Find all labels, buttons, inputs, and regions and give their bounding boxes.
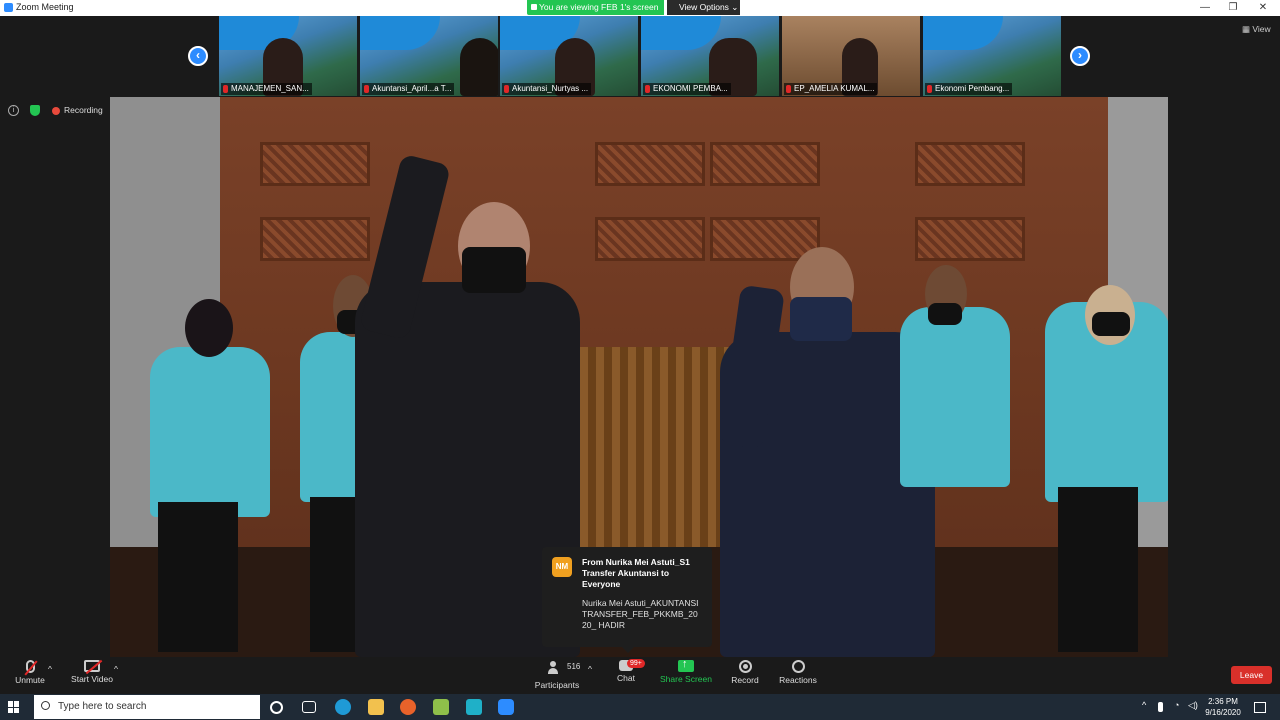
- cortana-icon[interactable]: [270, 701, 283, 714]
- maximize-button[interactable]: ❐: [1218, 0, 1248, 16]
- security-shield-icon[interactable]: [30, 105, 40, 116]
- video-options-caret[interactable]: ^: [114, 664, 118, 674]
- video-off-icon: [84, 660, 100, 672]
- record-icon: [738, 660, 752, 673]
- next-page-button[interactable]: ›: [1070, 46, 1090, 66]
- tray-chevron-icon[interactable]: ^: [1142, 700, 1146, 710]
- participants-icon: [548, 660, 566, 676]
- participant-name-label: Ekonomi Pembang...: [925, 83, 1013, 95]
- app-icon-2[interactable]: [466, 699, 482, 715]
- chat-notification[interactable]: NM From Nurika Mei Astuti_S1 Transfer Ak…: [542, 547, 712, 653]
- leave-button[interactable]: Leave: [1231, 666, 1272, 684]
- prev-page-button[interactable]: ‹: [188, 46, 208, 66]
- muted-mic-icon: [645, 85, 650, 93]
- participant-thumbnail[interactable]: EKONOMI PEMBA...: [641, 16, 779, 96]
- zoom-taskbar-icon[interactable]: [498, 699, 514, 715]
- notifications-icon[interactable]: [1254, 702, 1266, 713]
- share-banner-text: You are viewing FEB 1's screen: [539, 2, 659, 12]
- view-options-button[interactable]: View Options ⌄: [667, 0, 740, 15]
- start-video-button[interactable]: Start Video: [70, 660, 114, 684]
- window-title: Zoom Meeting: [16, 2, 74, 12]
- reactions-icon: [791, 660, 805, 673]
- participant-name-label: MANAJEMEN_SAN...: [221, 83, 312, 95]
- audio-options-caret[interactable]: ^: [48, 664, 52, 674]
- meeting-info-icon[interactable]: i: [8, 105, 19, 116]
- reactions-button[interactable]: Reactions: [778, 660, 818, 685]
- muted-mic-icon: [364, 85, 369, 93]
- participant-name-label: EKONOMI PEMBA...: [643, 83, 731, 95]
- muted-mic-icon: [927, 85, 932, 93]
- participant-thumbnail[interactable]: Ekonomi Pembang...: [923, 16, 1061, 96]
- participants-count: 516: [567, 662, 581, 671]
- taskbar-search-input[interactable]: Type here to search: [34, 695, 260, 719]
- firefox-icon[interactable]: [400, 699, 416, 715]
- task-view-icon[interactable]: [302, 701, 316, 713]
- participant-name-label: Akuntansi_Nurtyas ...: [502, 83, 592, 95]
- muted-mic-icon: [504, 85, 509, 93]
- muted-mic-icon: [223, 85, 228, 93]
- search-icon: [41, 701, 50, 710]
- participant-thumbnail[interactable]: Akuntansi_Nurtyas ...: [500, 16, 638, 96]
- screen-share-banner: You are viewing FEB 1's screen: [527, 0, 665, 15]
- participant-thumbnail[interactable]: EP_AMELIA KUMAL...: [782, 16, 920, 96]
- share-indicator-icon: [531, 4, 537, 10]
- volume-icon[interactable]: ◁): [1188, 700, 1198, 711]
- system-clock[interactable]: 2:36 PM 9/16/2020: [1200, 696, 1246, 718]
- participant-name-label: EP_AMELIA KUMAL...: [784, 83, 878, 95]
- chat-message: Nurika Mei Astuti_AKUNTANSI TRANSFER_FEB…: [582, 598, 699, 630]
- participant-name-label: Akuntansi_April...a T...: [362, 83, 455, 95]
- participants-button[interactable]: 516 Participants: [534, 660, 580, 690]
- chat-unread-badge: 99+: [627, 659, 645, 668]
- person-teal-1: [150, 347, 270, 517]
- edge-browser-icon[interactable]: [335, 699, 351, 715]
- windows-taskbar: Type here to search ^ ◔ ◁) 2:36 PM 9/16/…: [0, 694, 1280, 720]
- zoom-app-icon: [4, 3, 13, 12]
- share-screen-icon: [678, 658, 694, 672]
- chat-sender: From Nurika Mei Astuti_S1 Transfer Akunt…: [582, 557, 690, 589]
- tray-mic-icon[interactable]: [1158, 702, 1163, 712]
- file-explorer-icon[interactable]: [368, 699, 384, 715]
- share-screen-button[interactable]: Share Screen: [660, 658, 712, 684]
- zoom-window: Zoom Meeting — ❐ ✕ You are viewing FEB 1…: [0, 0, 1280, 720]
- network-icon[interactable]: ◔: [1174, 700, 1179, 710]
- record-button[interactable]: Record: [728, 660, 762, 685]
- view-layout-button[interactable]: ▦ View: [1242, 24, 1271, 35]
- unmute-button[interactable]: Unmute: [12, 660, 48, 685]
- sender-avatar: NM: [552, 557, 572, 577]
- recording-label: Recording: [64, 105, 103, 115]
- app-icon[interactable]: [433, 699, 449, 715]
- participants-options-caret[interactable]: ^: [588, 664, 592, 674]
- recording-icon: [52, 107, 60, 115]
- windows-start-icon[interactable]: [8, 701, 20, 713]
- mic-muted-icon: [25, 660, 35, 673]
- person-teal-3: [900, 307, 1010, 487]
- muted-mic-icon: [786, 85, 791, 93]
- participant-thumbnail-strip: MANAJEMEN_SAN... Akuntansi_April...a T..…: [219, 16, 1061, 96]
- participant-thumbnail[interactable]: MANAJEMEN_SAN...: [219, 16, 357, 96]
- participant-thumbnail[interactable]: Akuntansi_April...a T...: [360, 16, 498, 96]
- close-button[interactable]: ✕: [1248, 0, 1278, 16]
- participant-video: [460, 38, 498, 96]
- minimize-button[interactable]: —: [1190, 0, 1220, 16]
